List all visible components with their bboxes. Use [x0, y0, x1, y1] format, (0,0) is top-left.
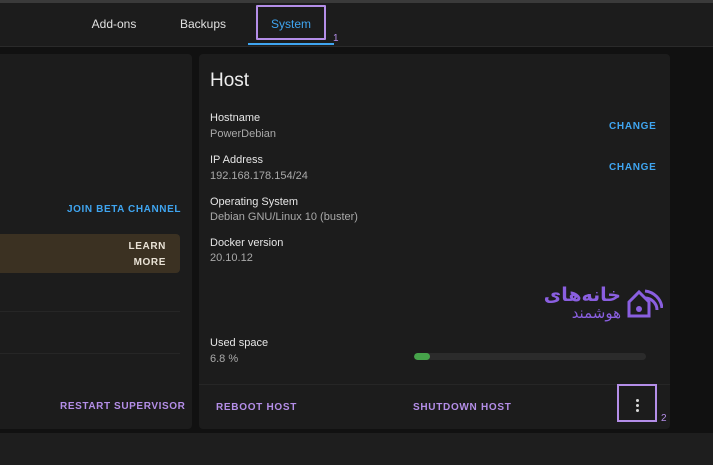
tab-bar: Add-ons Backups System [0, 3, 713, 47]
used-space-label: Used space [210, 337, 269, 349]
divider [0, 311, 180, 312]
hostname-value: PowerDebian [210, 128, 277, 140]
watermark-text-line1: خانه‌های [543, 284, 621, 306]
docker-version-value: 20.10.12 [210, 252, 253, 264]
ip-address-label: IP Address [210, 154, 263, 166]
tab-system[interactable]: System [248, 3, 334, 47]
host-card: Host Hostname PowerDebian CHANGE IP Addr… [199, 54, 670, 429]
more-options-icon[interactable] [636, 399, 639, 414]
divider [199, 384, 670, 385]
ip-address-value: 192.168.178.154/24 [210, 170, 308, 182]
annotation-marker-2: 2 [661, 413, 667, 424]
annotation-highlight-box [256, 5, 326, 40]
hostname-label: Hostname [210, 112, 261, 124]
footer-band [0, 433, 713, 465]
wifi-house-icon [627, 289, 663, 318]
operating-system-value: Debian GNU/Linux 10 (buster) [210, 211, 358, 223]
restart-supervisor-button[interactable]: RESTART SUPERVISOR [60, 401, 185, 412]
tab-addons[interactable]: Add-ons [80, 3, 148, 47]
host-card-title: Host [210, 70, 250, 91]
learn-more-banner: LEARN MORE [0, 234, 180, 273]
join-beta-channel-button[interactable]: JOIN BETA CHANNEL [67, 204, 181, 215]
tab-backups[interactable]: Backups [170, 3, 236, 47]
watermark-logo: خانه‌های هوشمند [509, 284, 663, 326]
active-tab-indicator [248, 43, 334, 45]
used-space-progress-fill [414, 353, 431, 360]
shutdown-host-button[interactable]: SHUTDOWN HOST [413, 402, 512, 413]
reboot-host-button[interactable]: REBOOT HOST [216, 402, 297, 413]
change-hostname-button[interactable]: CHANGE [609, 121, 657, 132]
operating-system-label: Operating System [210, 196, 299, 208]
used-space-value: 6.8 % [210, 353, 239, 365]
used-space-progress-bar [414, 353, 646, 360]
docker-version-label: Docker version [210, 237, 284, 249]
learn-more-button[interactable]: LEARN MORE [126, 239, 166, 271]
annotation-marker-1: 1 [333, 33, 339, 44]
watermark-text-line2: هوشمند [571, 304, 621, 322]
change-ip-button[interactable]: CHANGE [609, 162, 657, 173]
divider [0, 353, 180, 354]
